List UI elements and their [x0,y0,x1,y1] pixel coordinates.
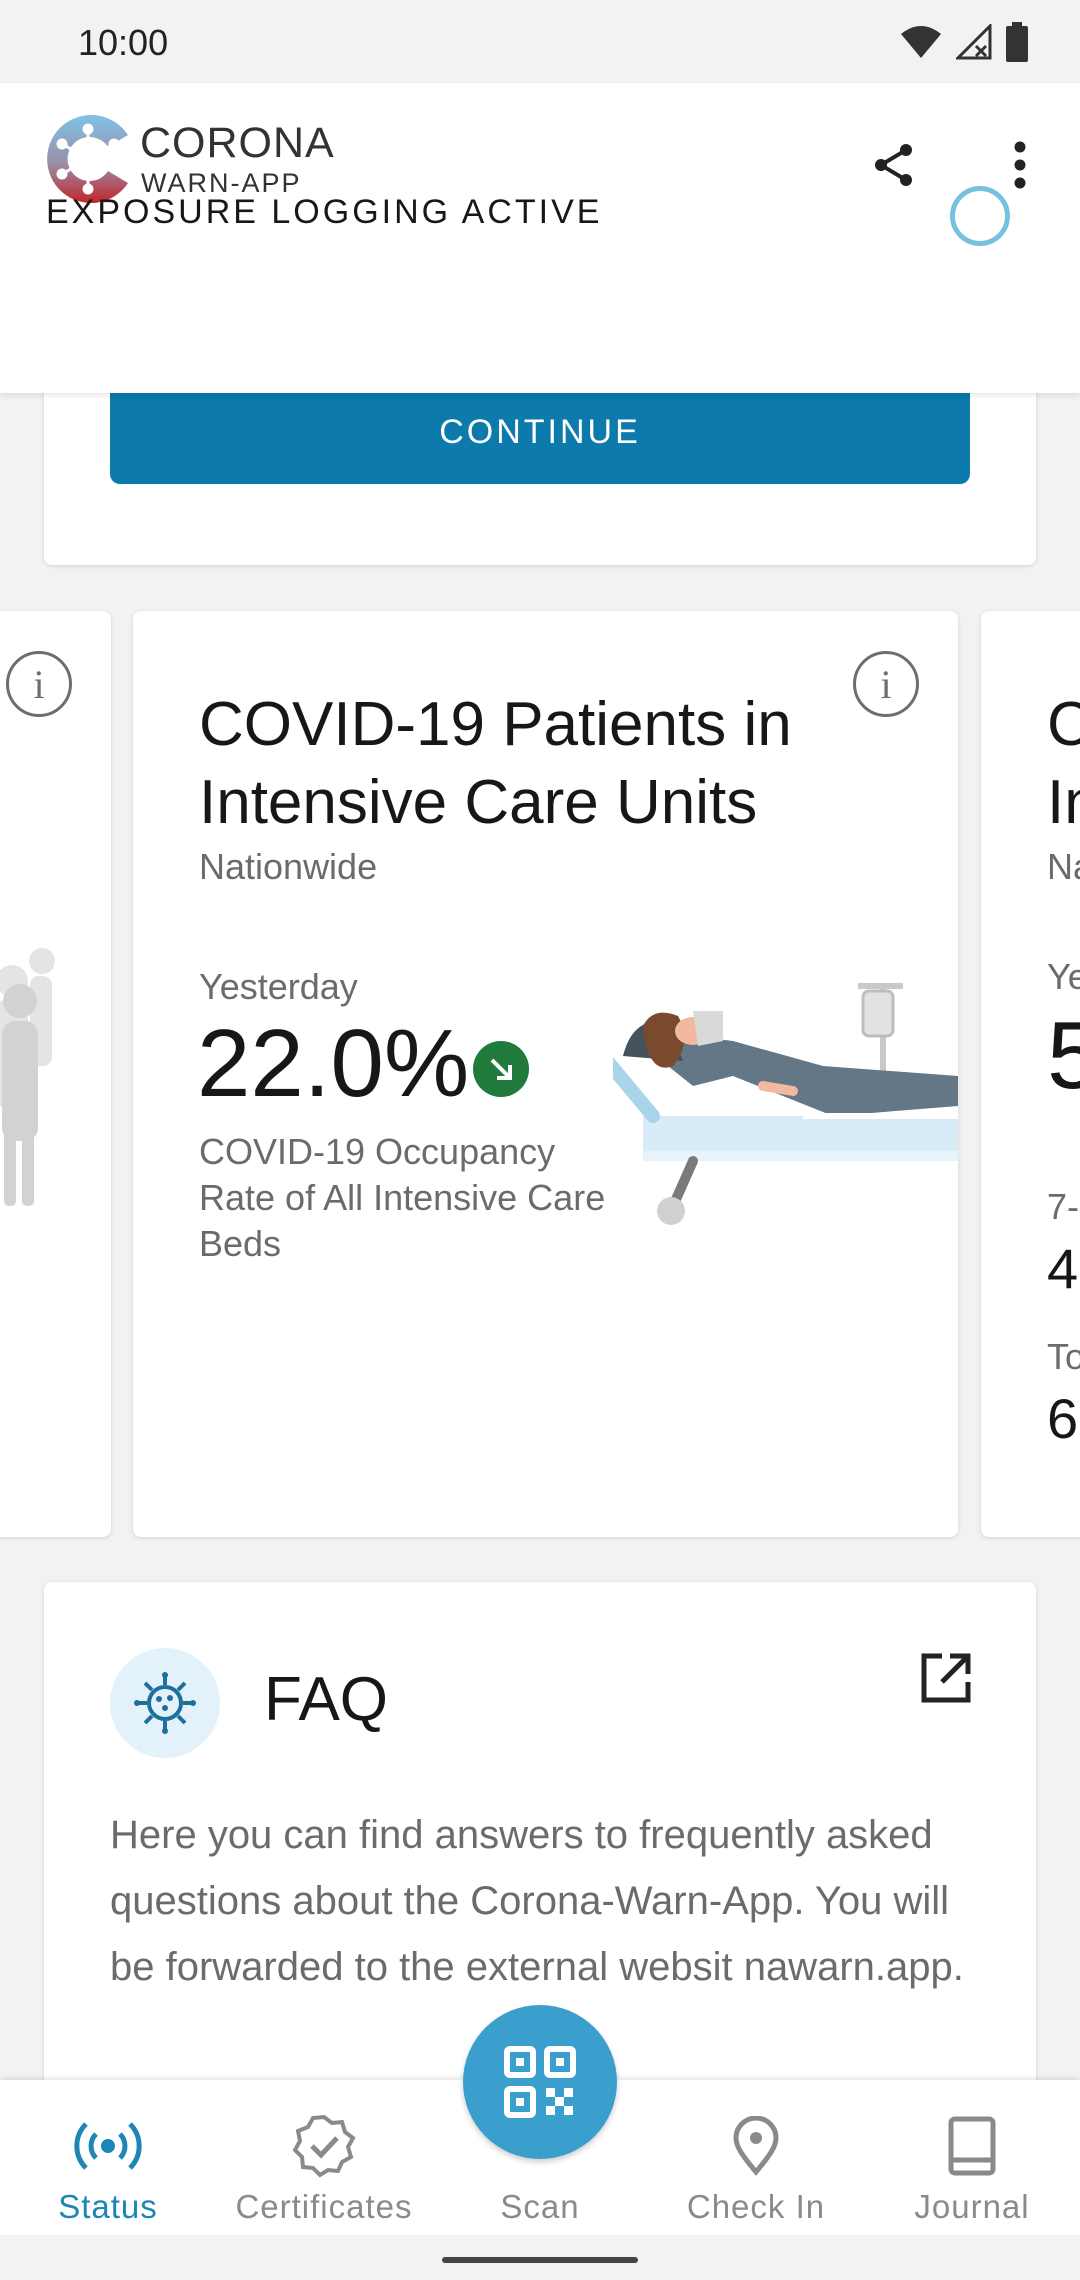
card-primary-value: 22.0% [197,1010,470,1117]
icu-patient-illustration [613,983,958,1225]
card-label-fragment: To [1047,1336,1080,1377]
wifi-icon [901,26,941,58]
open-external-link-icon[interactable] [914,1646,978,1710]
card-label-fragment: 7- [1047,1186,1080,1227]
faq-title: FAQ [264,1665,389,1734]
card-value-fragment: 5 [1047,1002,1080,1109]
trend-down-arrow-icon [473,1041,529,1097]
certificate-badge-icon [288,2110,360,2182]
nav-label: Scan [500,2188,580,2225]
card-region-fragment: Na [1047,846,1080,887]
card-title-fragment: C [1047,690,1080,759]
people-illustration [0,948,55,1206]
card-region: Nationwide [199,846,378,887]
nav-item-status[interactable]: Status [0,2080,216,2235]
cellular-signal-icon [956,24,992,60]
nav-item-check-in[interactable]: Check In [648,2080,864,2235]
clock: 10:00 [78,22,169,63]
brand-name: CORONA [140,119,335,167]
statistics-card-icu[interactable]: i COVID-19 Patients in Intensive Care Un… [133,611,958,1537]
exposure-logging-indicator-icon [950,186,1010,246]
faq-virus-icon [110,1648,220,1758]
gesture-handle[interactable] [442,2257,638,2263]
card-title-fragment: In [1047,768,1080,837]
info-icon[interactable]: i [6,651,72,717]
nav-label: Status [58,2188,158,2225]
status-icons [900,22,1028,62]
statistics-card-next[interactable]: C In Na Ye 5 7- 4 To 6, [981,611,1080,1537]
share-button[interactable] [862,133,926,197]
card-value-fragment: 6, [1047,1387,1080,1450]
nav-label: Journal [914,2188,1030,2225]
exposure-logging-status[interactable]: EXPOSURE LOGGING ACTIVE [46,195,602,229]
card-period-fragment: Ye [1047,956,1080,997]
battery-icon [1006,22,1028,62]
faq-description: Here you can find answers to frequently … [110,1813,964,1989]
nav-item-journal[interactable]: Journal [864,2080,1080,2235]
system-navigation-area [0,2235,1080,2280]
info-icon[interactable]: i [853,651,919,717]
scan-button[interactable] [463,2005,617,2159]
location-pin-icon [720,2110,792,2182]
more-vertical-icon [1014,141,1026,189]
nav-label: Check In [686,2188,826,2225]
statistics-card-previous[interactable]: i [0,611,111,1537]
nav-label: Certificates [235,2188,413,2225]
card-period-label: Yesterday [199,966,358,1007]
qr-code-icon [504,2046,576,2118]
broadcast-icon [72,2110,144,2182]
continue-button[interactable]: CONTINUE [110,380,970,484]
share-icon [875,144,912,186]
card-value-fragment: 4 [1047,1237,1079,1300]
app-bar: CORONA WARN-APP EXPOSURE LOGGING ACTIVE [0,83,1080,393]
system-status-bar: 10:00 [0,0,1080,83]
card-title: COVID-19 Patients in Intensive Care Unit… [199,690,792,837]
card-description: COVID-19 Occupancy Rate of All Intensive… [199,1131,606,1264]
overflow-menu-button[interactable] [988,133,1052,197]
book-icon [936,2110,1008,2182]
nav-item-certificates[interactable]: Certificates [216,2080,432,2235]
